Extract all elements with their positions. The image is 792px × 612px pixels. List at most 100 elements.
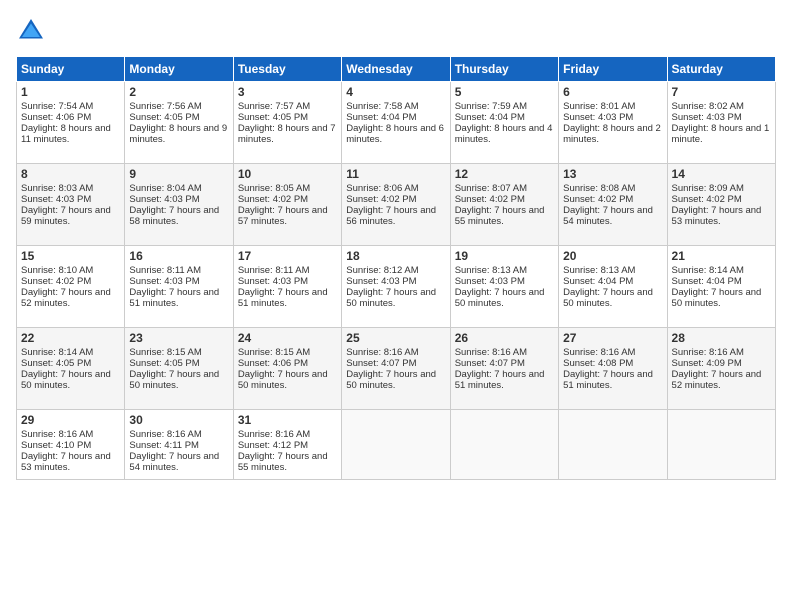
day-info: Sunrise: 8:08 AM	[563, 183, 662, 194]
day-info: Sunrise: 7:54 AM	[21, 101, 120, 112]
day-info: Daylight: 7 hours and 50 minutes.	[455, 287, 554, 309]
calendar-day-header: Monday	[125, 57, 233, 82]
day-info: Daylight: 7 hours and 51 minutes.	[455, 369, 554, 391]
day-info: Sunrise: 8:15 AM	[129, 347, 228, 358]
calendar-cell	[559, 410, 667, 480]
day-info: Sunrise: 7:58 AM	[346, 101, 445, 112]
day-info: Sunrise: 8:07 AM	[455, 183, 554, 194]
day-number: 14	[672, 167, 771, 181]
day-info: Sunrise: 8:15 AM	[238, 347, 337, 358]
day-info: Daylight: 7 hours and 55 minutes.	[238, 451, 337, 473]
day-number: 7	[672, 85, 771, 99]
calendar-cell: 11Sunrise: 8:06 AMSunset: 4:02 PMDayligh…	[342, 164, 450, 246]
day-number: 6	[563, 85, 662, 99]
day-number: 18	[346, 249, 445, 263]
day-info: Sunset: 4:04 PM	[672, 276, 771, 287]
day-info: Sunset: 4:03 PM	[346, 276, 445, 287]
calendar-cell	[450, 410, 558, 480]
calendar-cell: 31Sunrise: 8:16 AMSunset: 4:12 PMDayligh…	[233, 410, 341, 480]
day-number: 1	[21, 85, 120, 99]
day-info: Daylight: 8 hours and 11 minutes.	[21, 123, 120, 145]
day-info: Sunset: 4:07 PM	[346, 358, 445, 369]
calendar-cell: 23Sunrise: 8:15 AMSunset: 4:05 PMDayligh…	[125, 328, 233, 410]
day-number: 8	[21, 167, 120, 181]
day-info: Sunrise: 8:05 AM	[238, 183, 337, 194]
calendar-cell: 12Sunrise: 8:07 AMSunset: 4:02 PMDayligh…	[450, 164, 558, 246]
calendar-cell: 10Sunrise: 8:05 AMSunset: 4:02 PMDayligh…	[233, 164, 341, 246]
day-info: Sunrise: 8:13 AM	[455, 265, 554, 276]
day-number: 19	[455, 249, 554, 263]
day-info: Sunrise: 8:16 AM	[455, 347, 554, 358]
day-info: Sunset: 4:07 PM	[455, 358, 554, 369]
calendar-cell: 13Sunrise: 8:08 AMSunset: 4:02 PMDayligh…	[559, 164, 667, 246]
day-info: Sunset: 4:04 PM	[346, 112, 445, 123]
day-info: Daylight: 8 hours and 1 minute.	[672, 123, 771, 145]
calendar-cell	[342, 410, 450, 480]
day-number: 9	[129, 167, 228, 181]
calendar-cell: 8Sunrise: 8:03 AMSunset: 4:03 PMDaylight…	[17, 164, 125, 246]
day-info: Sunset: 4:12 PM	[238, 440, 337, 451]
day-info: Sunrise: 8:11 AM	[238, 265, 337, 276]
calendar-cell: 6Sunrise: 8:01 AMSunset: 4:03 PMDaylight…	[559, 82, 667, 164]
day-info: Sunset: 4:05 PM	[21, 358, 120, 369]
day-info: Sunrise: 8:01 AM	[563, 101, 662, 112]
day-info: Daylight: 7 hours and 51 minutes.	[129, 287, 228, 309]
day-info: Daylight: 7 hours and 58 minutes.	[129, 205, 228, 227]
calendar-cell: 25Sunrise: 8:16 AMSunset: 4:07 PMDayligh…	[342, 328, 450, 410]
calendar-cell: 27Sunrise: 8:16 AMSunset: 4:08 PMDayligh…	[559, 328, 667, 410]
day-info: Sunrise: 8:04 AM	[129, 183, 228, 194]
calendar-cell: 19 Sunrise: 8:13 AMSunset: 4:03 PMDayligh…	[450, 246, 558, 328]
day-info: Sunset: 4:02 PM	[346, 194, 445, 205]
day-number: 23	[129, 331, 228, 345]
day-number: 2	[129, 85, 228, 99]
calendar-day-header: Friday	[559, 57, 667, 82]
day-info: Daylight: 7 hours and 54 minutes.	[129, 451, 228, 473]
calendar-cell: 29Sunrise: 8:16 AMSunset: 4:10 PMDayligh…	[17, 410, 125, 480]
day-info: Daylight: 7 hours and 50 minutes.	[563, 287, 662, 309]
day-number: 16	[129, 249, 228, 263]
day-info: Sunrise: 7:56 AM	[129, 101, 228, 112]
day-info: Sunset: 4:02 PM	[672, 194, 771, 205]
day-info: Sunset: 4:08 PM	[563, 358, 662, 369]
header	[16, 16, 776, 46]
day-number: 20	[563, 249, 662, 263]
day-info: Daylight: 7 hours and 51 minutes.	[563, 369, 662, 391]
day-number: 17	[238, 249, 337, 263]
day-info: Sunrise: 8:16 AM	[672, 347, 771, 358]
day-info: Sunset: 4:04 PM	[455, 112, 554, 123]
calendar: SundayMondayTuesdayWednesdayThursdayFrid…	[16, 56, 776, 480]
day-info: Sunrise: 8:06 AM	[346, 183, 445, 194]
day-info: Daylight: 7 hours and 53 minutes.	[21, 451, 120, 473]
calendar-cell: 7Sunrise: 8:02 AMSunset: 4:03 PMDaylight…	[667, 82, 775, 164]
day-number: 12	[455, 167, 554, 181]
day-number: 10	[238, 167, 337, 181]
day-info: Sunset: 4:05 PM	[129, 112, 228, 123]
day-info: Sunrise: 8:12 AM	[346, 265, 445, 276]
calendar-cell: 9Sunrise: 8:04 AMSunset: 4:03 PMDaylight…	[125, 164, 233, 246]
page: SundayMondayTuesdayWednesdayThursdayFrid…	[0, 0, 792, 612]
calendar-day-header: Saturday	[667, 57, 775, 82]
day-info: Sunrise: 8:14 AM	[21, 347, 120, 358]
day-info: Sunset: 4:05 PM	[129, 358, 228, 369]
calendar-cell: 20Sunrise: 8:13 AMSunset: 4:04 PMDayligh…	[559, 246, 667, 328]
calendar-day-header: Wednesday	[342, 57, 450, 82]
day-info: Sunset: 4:06 PM	[21, 112, 120, 123]
calendar-cell: 26Sunrise: 8:16 AMSunset: 4:07 PMDayligh…	[450, 328, 558, 410]
calendar-header-row: SundayMondayTuesdayWednesdayThursdayFrid…	[17, 57, 776, 82]
day-info: Daylight: 8 hours and 2 minutes.	[563, 123, 662, 145]
day-info: Sunset: 4:02 PM	[21, 276, 120, 287]
day-info: Sunrise: 8:02 AM	[672, 101, 771, 112]
calendar-day-header: Sunday	[17, 57, 125, 82]
calendar-cell: 16Sunrise: 8:11 AMSunset: 4:03 PMDayligh…	[125, 246, 233, 328]
day-info: Daylight: 7 hours and 50 minutes.	[672, 287, 771, 309]
calendar-day-header: Thursday	[450, 57, 558, 82]
day-info: Sunrise: 8:10 AM	[21, 265, 120, 276]
day-info: Sunrise: 8:13 AM	[563, 265, 662, 276]
day-info: Sunrise: 8:14 AM	[672, 265, 771, 276]
day-info: Sunrise: 8:16 AM	[238, 429, 337, 440]
calendar-cell	[667, 410, 775, 480]
day-info: Daylight: 7 hours and 54 minutes.	[563, 205, 662, 227]
day-info: Sunset: 4:03 PM	[238, 276, 337, 287]
calendar-cell: 1 Sunrise: 7:54 AMSunset: 4:06 PMDaylight…	[17, 82, 125, 164]
day-info: Sunset: 4:03 PM	[455, 276, 554, 287]
